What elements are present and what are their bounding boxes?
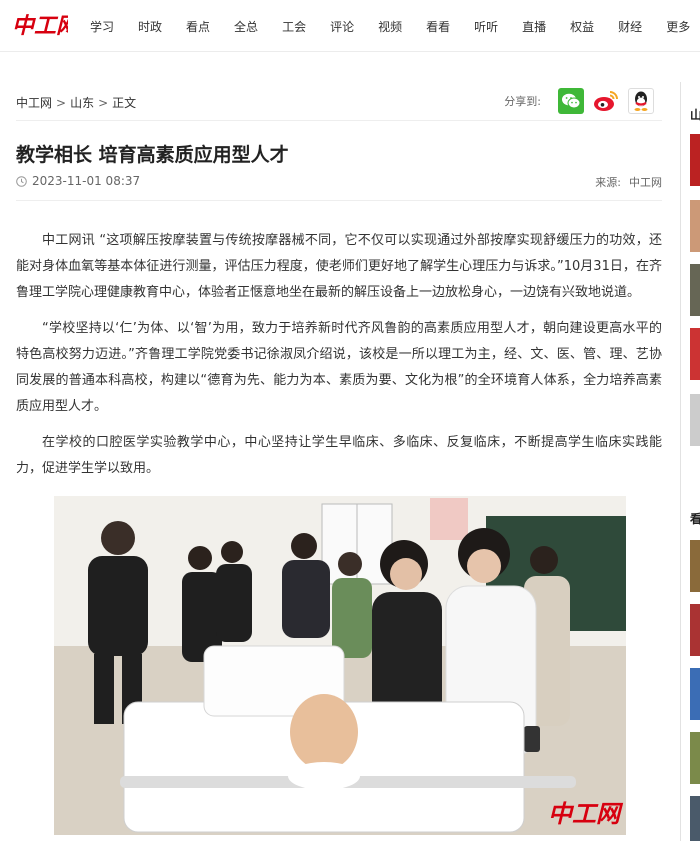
nav-item[interactable]: 权益 [570, 18, 594, 35]
share-bar: 分享到: [504, 88, 654, 114]
right-sidebar [680, 82, 700, 841]
top-navbar: 中工网 学习 时政 看点 全总 工会 评论 视频 看看 听听 直播 权益 财经 更多 [0, 0, 700, 52]
sidebar-thumbnail[interactable] [690, 604, 700, 656]
main-nav: 学习 时政 看点 全总 工会 评论 视频 看看 听听 直播 权益 财经 更多 [90, 0, 700, 52]
nav-item[interactable]: 直播 [522, 18, 546, 35]
breadcrumb-separator: > [98, 95, 109, 110]
sidebar-thumbnail[interactable] [690, 668, 700, 720]
svg-text:中工网: 中工网 [548, 799, 624, 828]
article-photo: 中工网 [54, 496, 626, 835]
nav-item[interactable]: 全总 [234, 18, 258, 35]
share-label: 分享到: [504, 95, 541, 108]
breadcrumb: 中工网 > 山东 > 正文 [16, 94, 136, 111]
article-meta: 2023-11-01 08:37 [16, 174, 140, 188]
qq-icon[interactable] [628, 88, 654, 114]
divider [16, 120, 662, 121]
sidebar-thumbnail[interactable] [690, 732, 700, 784]
nav-item[interactable]: 视频 [378, 18, 402, 35]
sidebar-thumbnail[interactable] [690, 394, 700, 446]
source-value: 中工网 [629, 176, 662, 189]
paragraph: 在学校的口腔医学实验教学中心，中心坚持让学生早临床、多临床、反复临床，不断提高学… [16, 435, 662, 476]
divider [16, 200, 662, 201]
nav-item[interactable]: 评论 [330, 18, 354, 35]
sidebar-thumbnail[interactable] [690, 134, 700, 186]
source-label: 来源: [595, 176, 621, 189]
nav-item[interactable]: 时政 [138, 18, 162, 35]
sidebar-heading: 看 [690, 512, 700, 526]
wechat-icon[interactable] [558, 88, 584, 114]
site-logo[interactable]: 中工网 [12, 10, 68, 38]
nav-item[interactable]: 看看 [426, 18, 450, 35]
breadcrumb-home[interactable]: 中工网 [16, 94, 52, 111]
sidebar-heading: 山 [690, 108, 700, 122]
breadcrumb-current: 正文 [112, 96, 137, 110]
paragraph: “学校坚持以‘仁’为体、以‘智’为用，致力于培养新时代齐风鲁韵的高素质应用型人才… [16, 321, 662, 414]
nav-item[interactable]: 更多 [666, 18, 690, 35]
nav-item[interactable]: 工会 [282, 18, 306, 35]
sidebar-thumbnail[interactable] [690, 264, 700, 316]
nav-item[interactable]: 财经 [618, 18, 642, 35]
sidebar-thumbnail[interactable] [690, 540, 700, 592]
publish-date: 2023-11-01 08:37 [32, 174, 141, 188]
article-source: 来源: 中工网 [595, 174, 662, 190]
svg-text:中工网: 中工网 [12, 13, 68, 38]
nav-item[interactable]: 学习 [90, 18, 114, 35]
breadcrumb-section[interactable]: 山东 [70, 94, 94, 111]
sidebar-thumbnail[interactable] [690, 796, 700, 841]
weibo-icon[interactable] [593, 88, 619, 114]
clock-icon [16, 175, 27, 187]
article-body: 中工网讯 “这项解压按摩装置与传统按摩器械不同，它不仅可以实现通过外部按摩实现舒… [16, 228, 662, 492]
paragraph: 中工网讯 “这项解压按摩装置与传统按摩器械不同，它不仅可以实现通过外部按摩实现舒… [16, 233, 662, 300]
sidebar-thumbnail[interactable] [690, 200, 700, 252]
nav-item[interactable]: 听听 [474, 18, 498, 35]
breadcrumb-separator: > [56, 95, 67, 110]
article-title: 教学相长 培育高素质应用型人才 [16, 144, 289, 166]
sidebar-thumbnail[interactable] [690, 328, 700, 380]
nav-item[interactable]: 看点 [186, 18, 210, 35]
